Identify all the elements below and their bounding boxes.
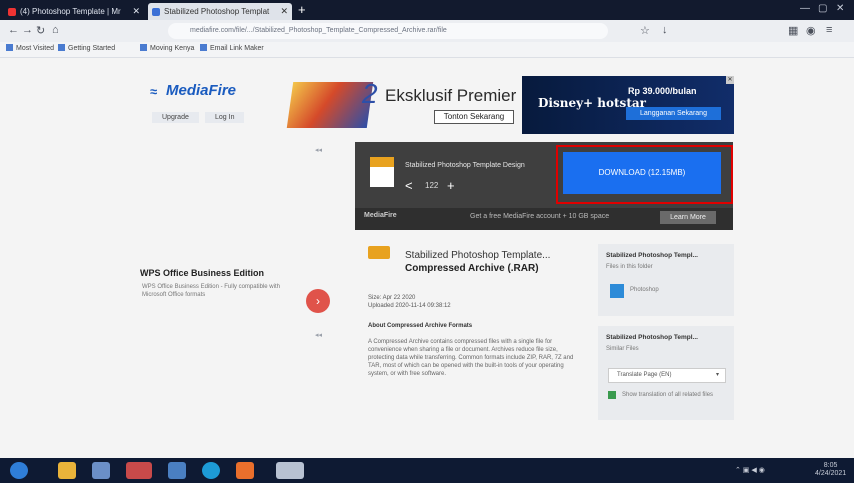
disney-price: Rp 39.000/bulan — [628, 86, 697, 96]
file-explorer-icon[interactable] — [58, 462, 76, 479]
tab-1[interactable]: (4) Photoshop Template | Mr ✕ — [4, 3, 144, 20]
tab-favicon-icon — [8, 8, 16, 16]
ad-watch-button[interactable]: Tonton Sekarang — [434, 110, 514, 124]
extensions-icon[interactable]: ▦ — [788, 24, 798, 37]
folder-panel-subtitle: Files in this folder — [606, 264, 653, 270]
bookmark-icon — [6, 44, 13, 51]
add-icon[interactable]: + — [447, 178, 455, 193]
chevron-down-icon: ▾ — [715, 372, 719, 378]
downloads-icon[interactable]: ↓ — [662, 24, 668, 36]
highlight-box — [556, 145, 733, 204]
footer-promo-text: Get a free MediaFire account + 10 GB spa… — [470, 213, 610, 220]
mediafire-flame-icon: ≈ — [150, 84, 158, 99]
ad-close-icon[interactable]: ✕ — [726, 76, 734, 84]
browser-icon[interactable] — [202, 462, 220, 479]
new-tab-icon[interactable]: + — [298, 3, 306, 17]
bookmark-item[interactable]: Most Visited — [6, 44, 54, 52]
tab-close-icon[interactable]: ✕ — [280, 3, 288, 20]
reload-icon[interactable]: ↻ — [36, 24, 45, 37]
bookmark-item[interactable]: Getting Started — [58, 44, 115, 52]
tray-icons[interactable]: ⌃ ▣ ◀ ◉ — [735, 466, 765, 474]
promo-go-button[interactable]: › — [306, 289, 330, 313]
bookmark-item[interactable]: Moving Kenya — [140, 44, 194, 52]
bookmark-star-icon[interactable]: ☆ — [640, 24, 650, 37]
photoshop-icon — [610, 284, 624, 298]
address-bar[interactable]: mediafire.com/file/.../Stabilized_Photos… — [168, 23, 608, 39]
bookmark-item[interactable]: Email Link Maker — [200, 44, 264, 52]
start-icon[interactable] — [10, 462, 28, 479]
mediafire-logo[interactable]: MediaFire — [148, 82, 236, 99]
similar-panel-title[interactable]: Stabilized Photoshop Templ... — [606, 334, 698, 341]
bookmark-icon — [58, 44, 65, 51]
app-icon[interactable] — [276, 462, 304, 479]
account-icon[interactable]: ◉ — [806, 24, 816, 37]
file-section-heading: About Compressed Archive Formats — [368, 323, 473, 329]
collapse-arrow-icon[interactable]: ◂◂ — [315, 146, 322, 154]
tab-1-title: (4) Photoshop Template | Mr — [20, 7, 121, 16]
tab-favicon-icon — [152, 8, 160, 16]
bookmark-icon — [140, 44, 147, 51]
footer-mediafire-logo: MediaFire — [364, 212, 397, 219]
promo-description: WPS Office Business Edition - Fully comp… — [142, 284, 280, 298]
collapse-arrow-icon[interactable]: ◂◂ — [315, 331, 322, 339]
app-icon[interactable] — [126, 462, 152, 479]
tab-2-title: Stabilized Photoshop Templat — [164, 7, 270, 16]
menu-icon[interactable]: ≡ — [826, 24, 832, 36]
disney-subscribe-button[interactable]: Langganan Sekarang — [626, 107, 721, 120]
file-meta: Size: Apr 22 2020 Uploaded 2020-11-14 09… — [368, 295, 451, 309]
mail-icon[interactable] — [168, 462, 186, 479]
ad-banner-title: Eksklusif Premier — [385, 86, 517, 105]
folder-panel-title[interactable]: Stabilized Photoshop Templ... — [606, 252, 698, 259]
home-icon[interactable]: ⌂ — [52, 24, 59, 36]
app-icon[interactable] — [92, 462, 110, 479]
file-description: A Compressed Archive contains compressed… — [368, 339, 574, 377]
file-title: Stabilized Photoshop Template... Compres… — [405, 250, 551, 274]
bookmark-icon — [200, 44, 207, 51]
similar-panel-subtitle: Similar Files — [606, 346, 639, 352]
bookmarks-bar — [0, 42, 854, 58]
tab-2[interactable]: Stabilized Photoshop Templat ✕ — [148, 3, 292, 20]
learn-more-button[interactable]: Learn More — [660, 211, 716, 224]
upgrade-link[interactable]: Upgrade — [152, 112, 199, 123]
folder-icon — [368, 246, 390, 259]
tab-close-icon[interactable]: ✕ — [132, 3, 140, 20]
folder-panel-item[interactable]: Photoshop — [630, 287, 659, 293]
maximize-icon[interactable]: ▢ — [818, 3, 827, 14]
translate-checkbox[interactable] — [608, 391, 616, 399]
login-link[interactable]: Log In — [205, 112, 245, 123]
download-filename: Stabilized Photoshop Template Design — [405, 162, 525, 169]
share-icon[interactable]: < — [405, 178, 413, 193]
clock[interactable]: 8:05 4/24/2021 — [815, 462, 846, 478]
minimize-icon[interactable]: — — [800, 3, 810, 14]
firefox-icon[interactable] — [236, 462, 254, 479]
promo-title[interactable]: WPS Office Business Edition — [140, 268, 264, 278]
back-icon[interactable]: ← — [8, 24, 19, 36]
file-icon-band — [370, 157, 394, 167]
share-count: 122 — [425, 181, 439, 190]
close-window-icon[interactable]: ✕ — [836, 3, 844, 14]
forward-icon[interactable]: → — [22, 24, 33, 36]
translate-checkbox-label: Show translation of all related files — [622, 392, 714, 398]
translate-select[interactable]: Translate Page (EN) ▾ — [608, 368, 726, 383]
ad-banner-image[interactable] — [286, 82, 374, 128]
ad-banner-number: 2 — [362, 78, 378, 109]
